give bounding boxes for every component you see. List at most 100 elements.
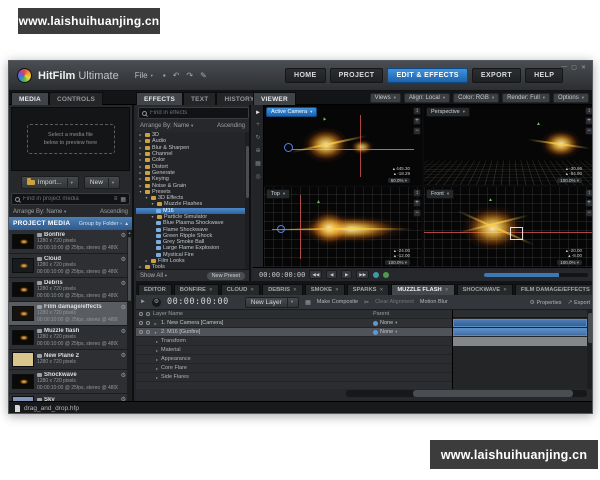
viewport-active-camera[interactable]: Active Camera▾ ▲ ↕+− ▴ 445.30 ▴ -18.29 6… (264, 105, 422, 185)
expand-arrow-icon[interactable]: ▾ (150, 214, 155, 220)
expand-arrow-icon[interactable]: ▸ (156, 366, 158, 371)
close-tab-icon[interactable]: ✕ (209, 287, 213, 293)
viewport-zoom-dropdown[interactable]: 60.0% ▾ (388, 178, 410, 184)
make-composite-button[interactable]: Make Composite (317, 299, 358, 305)
timeline-tab[interactable]: EDITOR (138, 284, 172, 295)
timeline-vertical-scrollbar[interactable] (587, 310, 593, 389)
panes-tool-icon[interactable]: ▦ (255, 160, 261, 167)
expand-arrow-icon[interactable]: ▸ (156, 339, 158, 344)
motion-blur-toggle[interactable]: Motion Blur (420, 299, 448, 305)
expand-arrow-icon[interactable]: ▾ (138, 189, 143, 195)
tab-effects[interactable]: EFFECTS (136, 92, 183, 105)
close-icon[interactable]: ✕ (581, 64, 586, 71)
effects-search-input[interactable] (150, 110, 245, 116)
green-arrow-gizmo[interactable]: ▲ (536, 121, 541, 127)
timeline-tab[interactable]: CLOUD✕ (221, 284, 260, 295)
nav-button[interactable]: EDIT & EFFECTS (387, 68, 467, 83)
gear-icon[interactable]: ⚙ (121, 328, 126, 336)
timeline-tab[interactable]: MUZZLE FLASH✕ (391, 284, 454, 295)
expand-arrow-icon[interactable]: ▸ (156, 348, 158, 353)
viewer-option-dropdown[interactable]: Color: RGB▾ (453, 93, 499, 103)
chevron-down-icon[interactable]: ▾ (287, 298, 293, 307)
property-group-row[interactable]: ▸ Material (136, 346, 452, 355)
tab-controls[interactable]: CONTROLS (49, 92, 103, 105)
gear-icon[interactable]: ⚙ (121, 256, 126, 264)
cursor-tool-icon[interactable]: ► (140, 299, 146, 305)
lock-toggle-icon[interactable] (146, 321, 150, 325)
effects-scrollbar[interactable] (245, 132, 249, 269)
media-item-row[interactable]: Bonfire 1280 x 720 pixels 00:00:10:00 @ … (9, 230, 129, 254)
focus-tool-icon[interactable]: ◎ (255, 173, 260, 180)
scroll-up-icon[interactable]: ▴ (127, 230, 132, 235)
expand-arrow-icon[interactable]: ▸ (138, 164, 143, 170)
orbit-tool-icon[interactable]: ↻ (255, 134, 260, 141)
gear-icon[interactable]: ⚙ (121, 304, 126, 312)
viewport-zoom-dropdown[interactable]: 100.0% ▾ (557, 260, 582, 266)
sort-order-label[interactable]: Ascending (100, 209, 128, 215)
nav-button[interactable]: EXPORT (472, 68, 521, 83)
green-arrow-gizmo[interactable]: ▲ (488, 197, 493, 203)
expand-arrow-icon[interactable]: ▸ (138, 132, 143, 138)
property-group-row[interactable]: ▸ Transform (136, 337, 452, 346)
clear-alignment-button[interactable]: Clear Alignment (375, 299, 414, 305)
viewport-view-dropdown[interactable]: Top▾ (266, 189, 290, 199)
zoom-out-button[interactable]: − (585, 209, 593, 217)
timeline-tab[interactable]: FILM DAMAGE/EFFECTS✕ (515, 284, 593, 295)
viewport-zoom-dropdown[interactable]: 100.0% ▾ (385, 260, 410, 266)
play-button[interactable]: ▶ (341, 270, 352, 279)
arrange-by-dropdown[interactable]: Arrange By: Name ▾ (13, 209, 66, 215)
zoom-out-button[interactable]: − (413, 127, 421, 135)
updown-icon[interactable]: ↕ (585, 189, 593, 197)
media-item-row[interactable]: Muzzle flash 1280 x 720 pixels 00:00:10:… (9, 326, 129, 350)
media-search-input[interactable] (23, 196, 111, 202)
close-tab-icon[interactable]: ✕ (445, 287, 449, 293)
expand-arrow-icon[interactable]: ▸ (138, 170, 143, 176)
timeline-horizontal-scrollbar[interactable] (346, 390, 587, 397)
zoom-out-button[interactable]: − (413, 209, 421, 217)
timeline-tab[interactable]: SMOKE✕ (305, 284, 345, 295)
layer-row[interactable]: ▾ 2. M16 [Gunfire] None▾ (136, 328, 452, 337)
redo-icon[interactable]: ↷ (186, 71, 193, 80)
loop-toggle-icon[interactable] (373, 272, 379, 278)
close-tab-icon[interactable]: ✕ (250, 287, 254, 293)
file-menu[interactable]: File▾ (135, 71, 153, 80)
nav-button[interactable]: HOME (285, 68, 326, 83)
expand-arrow-icon[interactable]: ▸ (144, 258, 149, 264)
viewer-option-dropdown[interactable]: Align: Local▾ (404, 93, 450, 103)
close-tab-icon[interactable]: ✕ (503, 287, 507, 293)
expand-arrow-icon[interactable]: ▸ (138, 183, 143, 189)
lock-toggle-icon[interactable] (146, 330, 150, 334)
close-tab-icon[interactable]: ✕ (380, 287, 384, 293)
collapse-icon[interactable]: ▴ (125, 221, 128, 227)
expand-arrow-icon[interactable]: ▸ (156, 375, 158, 380)
viewer-option-dropdown[interactable]: Views▾ (370, 93, 401, 103)
viewport-perspective[interactable]: Perspective▾ ▲ ↕+− ▴ -30.96 ▴ -84.90 100… (424, 105, 593, 185)
grid-view-icon[interactable]: ▦ (120, 196, 126, 203)
nav-button[interactable]: HELP (525, 68, 563, 83)
zoom-out-button[interactable]: − (585, 127, 593, 135)
plus-tool-icon[interactable]: + (256, 122, 260, 128)
scrollbar-thumb[interactable] (128, 237, 131, 301)
step-back-button[interactable]: ◀ (326, 270, 337, 279)
expand-arrow-icon[interactable]: ▸ (156, 357, 158, 362)
property-group-row[interactable]: ▸ Appearance (136, 355, 452, 364)
expand-arrow-icon[interactable]: ▾ (144, 195, 149, 201)
chevron-down-icon[interactable]: ▾ (108, 178, 114, 187)
tab-viewer[interactable]: VIEWER (253, 92, 296, 105)
export-button[interactable]: ↗ Export (568, 299, 590, 306)
prev-frame-button[interactable]: ◀◀ (309, 270, 322, 279)
property-group-row[interactable]: ▸ Side Flares (136, 373, 452, 382)
next-frame-button[interactable]: ▶▶ (356, 270, 369, 279)
panes-icon[interactable]: ▦ (305, 299, 311, 306)
viewport-front[interactable]: Front▾ ▲ ↕+− ▴ -20.00 ▴ -8.00 100.0% ▾ (424, 187, 593, 267)
chevron-down-icon[interactable]: ▾ (67, 178, 73, 187)
camera-clip-bar[interactable] (453, 319, 587, 327)
zoom-in-button[interactable]: + (413, 199, 421, 207)
viewport-zoom-dropdown[interactable]: 100.0% ▾ (557, 178, 582, 184)
close-tab-icon[interactable]: ✕ (335, 287, 339, 293)
expand-arrow-icon[interactable]: ▸ (138, 145, 143, 151)
media-item-row[interactable]: Debris 1280 x 720 pixels 00:00:10:00 @ 2… (9, 278, 129, 302)
visibility-toggle-icon[interactable] (139, 321, 143, 325)
viewport-view-dropdown[interactable]: Front▾ (426, 189, 454, 199)
timeline-tab[interactable]: BONFIRE✕ (174, 284, 219, 295)
